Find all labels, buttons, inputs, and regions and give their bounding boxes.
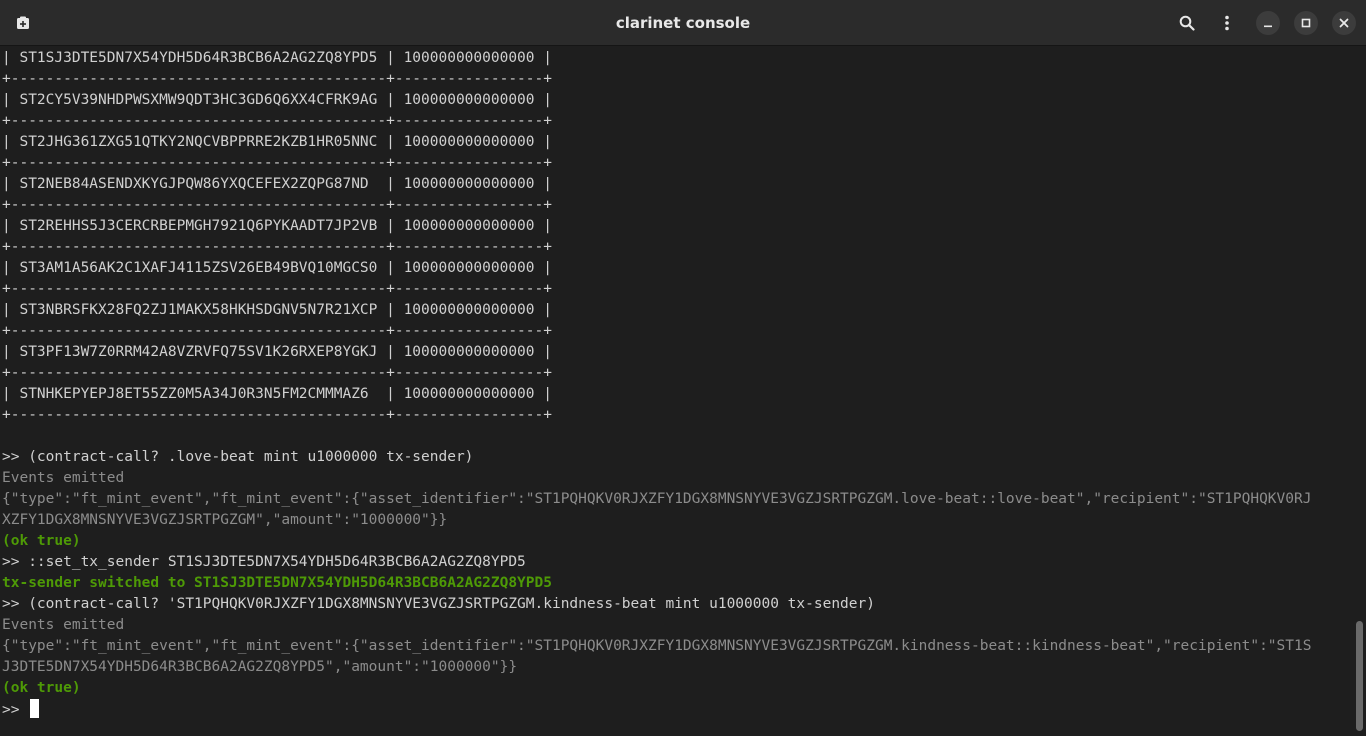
window-title: clarinet console [615,14,751,32]
terminal-line: J3DTE5DN7X54YDH5D64R3BCB6A2AG2ZQ8YPD5","… [2,659,518,675]
text-cursor [30,699,40,718]
scrollbar-thumb[interactable] [1356,621,1363,731]
prompt-symbol: >> [2,702,29,718]
maximize-button[interactable] [1294,11,1318,35]
new-tab-button[interactable] [8,8,38,38]
terminal-line: (ok true) [2,680,81,696]
terminal-line: +---------------------------------------… [2,113,552,129]
menu-button[interactable] [1212,8,1242,38]
terminal-line: +---------------------------------------… [2,71,552,87]
terminal-line: (ok true) [2,533,81,549]
terminal-line: >> ::set_tx_sender ST1SJ3DTE5DN7X54YDH5D… [2,554,526,570]
terminal-line: +---------------------------------------… [2,365,552,381]
terminal-line: XZFY1DGX8MNSNYVE3VGZJSRTPGZGM","amount":… [2,512,448,528]
terminal-line: {"type":"ft_mint_event","ft_mint_event":… [2,638,1312,654]
terminal-line: | STNHKEPYEPJ8ET55ZZ0M5A34J0R3N5FM2CMMMA… [2,386,552,402]
terminal-line: | ST3AM1A56AK2C1XAFJ4115ZSV26EB49BVQ10MG… [2,260,552,276]
terminal-line: | ST2REHHS5J3CERCRBEPMGH7921Q6PYKAADT7JP… [2,218,552,234]
terminal-line: | ST3PF13W7Z0RRM42A8VZRVFQ75SV1K26RXEP8Y… [2,344,552,360]
search-button[interactable] [1172,8,1202,38]
header-bar: clarinet console [0,0,1366,46]
terminal-line: | ST2NEB84ASENDXKYGJPQW86YXQCEFEX2ZQPG87… [2,176,552,192]
terminal-line: +---------------------------------------… [2,323,552,339]
terminal-output[interactable]: | ST1SJ3DTE5DN7X54YDH5D64R3BCB6A2AG2ZQ8Y… [0,47,1352,736]
terminal-line: tx-sender switched to ST1SJ3DTE5DN7X54YD… [2,575,552,591]
terminal-prompt-line[interactable]: >> [2,699,40,720]
terminal-line: >> (contract-call? .love-beat mint u1000… [2,449,474,465]
terminal-line: | ST1SJ3DTE5DN7X54YDH5D64R3BCB6A2AG2ZQ8Y… [2,50,552,66]
search-icon [1179,15,1195,31]
terminal-line: {"type":"ft_mint_event","ft_mint_event":… [2,491,1312,507]
new-tab-icon [17,16,29,29]
terminal-line: +---------------------------------------… [2,281,552,297]
terminal-scrollbar[interactable] [1352,47,1366,736]
terminal-line: | ST2JHG361ZXG51QTKY2NQCVBPPRRE2KZB1HR05… [2,134,552,150]
terminal-line: | ST3NBRSFKX28FQ2ZJ1MAKX58HKHSDGNV5N7R21… [2,302,552,318]
close-button[interactable] [1332,11,1356,35]
terminal-line: >> (contract-call? 'ST1PQHQKV0RJXZFY1DGX… [2,596,875,612]
terminal-line: +---------------------------------------… [2,239,552,255]
kebab-menu-icon [1225,15,1229,31]
terminal-line: +---------------------------------------… [2,197,552,213]
terminal-line: Events emitted [2,617,125,633]
terminal-line: | ST2CY5V39NHDPWSXMW9QDT3HC3GD6Q6XX4CFRK… [2,92,552,108]
minimize-icon [1264,25,1272,28]
maximize-icon [1301,18,1311,28]
minimize-button[interactable] [1256,11,1280,35]
terminal-line: +---------------------------------------… [2,155,552,171]
close-icon [1339,18,1349,28]
terminal-line: +---------------------------------------… [2,407,552,423]
terminal-line: Events emitted [2,470,125,486]
